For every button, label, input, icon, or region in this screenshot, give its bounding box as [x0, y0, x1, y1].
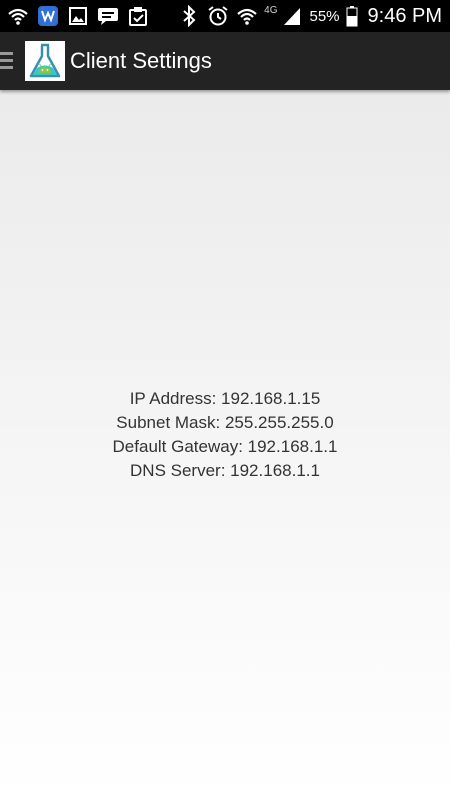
subnet-mask-text: Subnet Mask: 255.255.255.0: [116, 413, 334, 432]
network-type-label: 4G: [264, 4, 278, 16]
dns-server-text: DNS Server: 192.168.1.1: [130, 461, 320, 480]
default-gateway-text: Default Gateway: 192.168.1.1: [112, 437, 338, 456]
battery-percent: 55%: [309, 7, 340, 25]
notification-icons: [6, 3, 150, 29]
wifi-icon: [235, 4, 259, 28]
action-bar: Client Settings: [0, 32, 450, 90]
wifi-signal-icon: [6, 4, 30, 28]
status-bar: 4G 55% 9:46 PM: [0, 0, 450, 32]
cell-signal-icon: [280, 4, 304, 28]
clock: 9:46 PM: [367, 4, 442, 27]
gallery-icon: [66, 4, 90, 28]
flask-android-icon: [25, 41, 65, 81]
page-title: Client Settings: [70, 48, 212, 73]
drawer-toggle-button[interactable]: [0, 32, 68, 90]
chat-bubble-icon: [96, 4, 120, 28]
system-icons: 4G 55% 9:46 PM: [177, 3, 442, 29]
battery-icon: [345, 4, 359, 28]
network-info: IP Address: 192.168.1.15 Subnet Mask: 25…: [0, 387, 450, 483]
ip-address-text: IP Address: 192.168.1.15: [129, 389, 321, 408]
alarm-clock-icon: [206, 4, 230, 28]
bluetooth-icon: [177, 4, 201, 28]
shield-app-icon: [36, 4, 60, 28]
clipboard-check-icon: [126, 4, 150, 28]
hamburger-icon: [0, 52, 13, 70]
screen: 4G 55% 9:46 PM Client Settings IP Addres…: [0, 0, 450, 800]
